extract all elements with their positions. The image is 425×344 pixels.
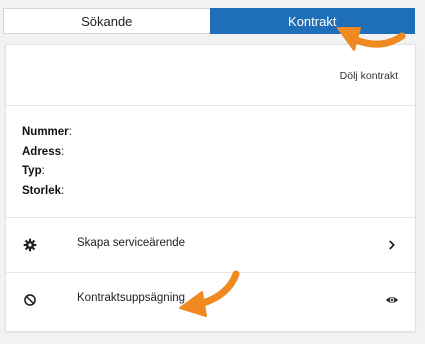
- field-label: Nummer: [22, 126, 69, 138]
- tab-bar: Sökande Kontrakt: [3, 8, 415, 34]
- field-storlek: Storlek:: [22, 184, 65, 197]
- gear-icon: [23, 238, 37, 252]
- contract-termination-row[interactable]: Kontraktsuppsägning: [6, 273, 415, 327]
- field-label: Storlek: [22, 184, 61, 197]
- tab-kontrakt[interactable]: Kontrakt: [209, 8, 415, 34]
- field-label: Typ: [22, 165, 42, 177]
- field-nummer: Nummer:: [22, 126, 72, 138]
- divider: [6, 105, 415, 106]
- tab-sokande[interactable]: Sökande: [3, 8, 210, 34]
- field-adress: Adress:: [22, 145, 65, 158]
- eye-icon[interactable]: [385, 293, 399, 307]
- contract-info: Nummer: Adress: Typ: Storlek:: [22, 123, 72, 201]
- hide-contract-link[interactable]: Dölj kontrakt: [340, 70, 398, 82]
- create-service-request-label: Skapa serviceärende: [77, 237, 186, 249]
- ban-icon: [24, 294, 36, 306]
- contract-termination-label: Kontraktsuppsägning: [77, 292, 186, 304]
- contract-card: Dölj kontrakt Nummer: Adress: Typ: Storl…: [5, 44, 416, 332]
- chevron-right-icon: [389, 240, 395, 250]
- field-label: Adress: [22, 145, 61, 158]
- create-service-request-row[interactable]: Skapa serviceärende: [6, 218, 415, 272]
- field-typ: Typ:: [22, 165, 45, 177]
